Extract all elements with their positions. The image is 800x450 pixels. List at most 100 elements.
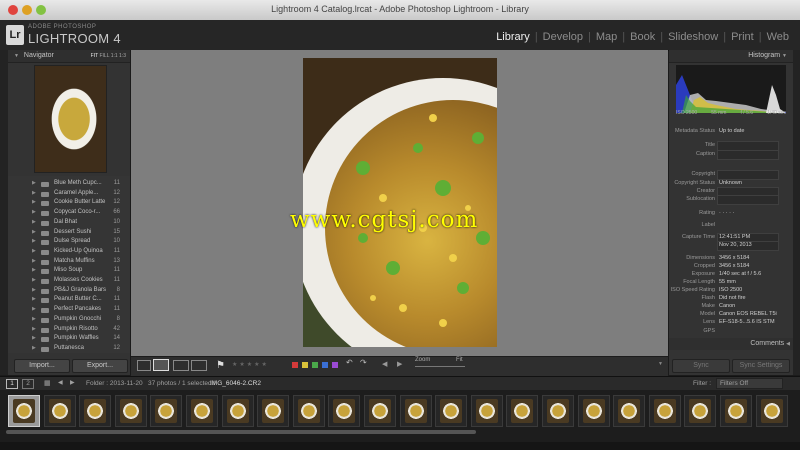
metadata-field[interactable] [717, 150, 779, 160]
disclosure-triangle-icon[interactable]: ▶ [32, 198, 36, 208]
folder-row[interactable]: ▶ Cookie Butter Latte 12 [8, 198, 130, 208]
filmstrip-thumbnail[interactable] [506, 395, 539, 427]
filmstrip-scrollbar[interactable] [6, 430, 476, 434]
survey-view-icon[interactable] [191, 360, 207, 371]
folder-row[interactable]: ▶ Caramel Apple... 12 [8, 189, 130, 199]
module-web[interactable]: Web [762, 31, 794, 43]
folder-row[interactable]: ▶ Pumpkin Risotto 42 [8, 325, 130, 335]
purple-label-icon[interactable] [332, 362, 338, 368]
filmstrip-thumbnail[interactable] [221, 395, 254, 427]
filmstrip-thumbnail[interactable] [399, 395, 432, 427]
folder-row[interactable]: ▶ Copycat Coco-r... 66 [8, 208, 130, 218]
main-window-button[interactable]: 1 [6, 379, 18, 389]
module-develop[interactable]: Develop [538, 31, 588, 43]
flag-icon[interactable]: ⚑ [216, 360, 225, 371]
filmstrip-thumbnail[interactable] [79, 395, 112, 427]
filter-dropdown[interactable]: Filters Off [716, 378, 783, 389]
folder-row[interactable]: ▶ Matcha Muffins 13 [8, 257, 130, 267]
folder-row[interactable]: ▶ Dal Bhat 10 [8, 218, 130, 228]
green-label-icon[interactable] [312, 362, 318, 368]
folder-row[interactable]: ▶ Pumpkin Gnocchi 8 [8, 315, 130, 325]
filmstrip-thumbnail[interactable] [186, 395, 218, 427]
second-window-button[interactable]: 2 [22, 379, 34, 389]
grid-view-icon[interactable] [137, 360, 151, 371]
metadata-field[interactable] [717, 195, 779, 205]
expand-triangle-icon[interactable]: ◀ [786, 341, 793, 347]
grid-icon[interactable]: ▦ [44, 379, 51, 387]
folder-row[interactable]: ▶ PB&J Granola Bars 8 [8, 286, 130, 296]
next-photo-icon[interactable]: ▶ [397, 360, 402, 368]
toolbar-menu-icon[interactable]: ▼ [658, 361, 663, 367]
blue-label-icon[interactable] [322, 362, 328, 368]
disclosure-triangle-icon[interactable]: ▶ [32, 344, 36, 354]
filmstrip-thumbnail[interactable] [328, 395, 361, 427]
filmstrip-thumbnail[interactable] [613, 395, 646, 427]
filmstrip-thumbnail[interactable] [150, 395, 183, 427]
disclosure-triangle-icon[interactable]: ▶ [32, 315, 36, 325]
navigator-1-3[interactable]: 1:3 [119, 53, 126, 59]
module-slideshow[interactable]: Slideshow [663, 31, 723, 43]
disclosure-triangle-icon[interactable]: ▶ [32, 247, 36, 257]
filmstrip-thumbnail[interactable] [43, 395, 76, 427]
filmstrip-thumbnail[interactable] [684, 395, 717, 427]
import-button[interactable]: Import... [14, 359, 70, 373]
disclosure-triangle-icon[interactable]: ▶ [32, 189, 36, 199]
filmstrip-thumbnail[interactable] [648, 395, 681, 427]
folder-row[interactable]: ▶ Molasses Cookies 11 [8, 276, 130, 286]
disclosure-triangle-icon[interactable]: ▶ [32, 257, 36, 267]
collapse-triangle-icon[interactable]: ▼ [782, 53, 787, 59]
rotate-left-icon[interactable]: ↶ [346, 358, 353, 367]
disclosure-triangle-icon[interactable]: ▶ [32, 266, 36, 276]
loupe-view-icon[interactable] [153, 359, 169, 371]
disclosure-triangle-icon[interactable]: ▶ [32, 286, 36, 296]
filmstrip-thumbnail[interactable] [114, 395, 147, 427]
sync-button[interactable]: Sync [672, 359, 730, 373]
histogram-header[interactable]: Histogram ▼ [669, 50, 793, 63]
folder-row[interactable]: ▶ Perfect Pancakes 11 [8, 305, 130, 315]
navigator-preview[interactable] [34, 65, 107, 173]
red-label-icon[interactable] [292, 362, 298, 368]
folder-row[interactable]: ▶ Dessert Sushi 15 [8, 228, 130, 238]
module-book[interactable]: Book [625, 31, 660, 43]
navigator-1-1[interactable]: 1:1 [111, 53, 118, 59]
module-print[interactable]: Print [726, 31, 759, 43]
left-panel-edge[interactable] [0, 50, 8, 375]
navigator-fill[interactable]: FILL [99, 53, 109, 59]
folder-row[interactable]: ▶ Miso Soup 11 [8, 266, 130, 276]
forward-icon[interactable]: ▶ [70, 379, 75, 386]
navigator-fit[interactable]: FIT [91, 53, 98, 59]
disclosure-triangle-icon[interactable]: ▶ [32, 208, 36, 218]
selected-file[interactable]: IMG_6046-2.CR2 [210, 380, 261, 387]
folder-row[interactable]: ▶ Puttanesca 12 [8, 344, 130, 354]
disclosure-triangle-icon[interactable]: ▶ [32, 276, 36, 286]
sync-settings-button[interactable]: Sync Settings [732, 359, 790, 373]
previous-photo-icon[interactable]: ◀ [382, 360, 387, 368]
zoom-slider[interactable] [415, 366, 465, 367]
back-icon[interactable]: ◀ [58, 379, 63, 386]
folder-row[interactable]: ▶ Pumpkin Waffles 14 [8, 334, 130, 344]
right-panel-edge[interactable] [793, 50, 800, 375]
folder-row[interactable]: ▶ Blue Meth Cupc... 11 [8, 179, 130, 189]
filmstrip-thumbnail[interactable] [577, 395, 610, 427]
metadata-field[interactable] [717, 170, 779, 180]
disclosure-triangle-icon[interactable]: ▶ [32, 325, 36, 335]
export-button[interactable]: Export... [72, 359, 128, 373]
filmstrip-thumbnail[interactable] [720, 395, 752, 427]
comments-header[interactable]: Comments ◀ [669, 338, 793, 350]
folder-row[interactable]: ▶ Kicked-Up Quinoa 11 [8, 247, 130, 257]
filmstrip-thumbnail[interactable] [435, 395, 468, 427]
module-library[interactable]: Library [491, 31, 535, 43]
rotate-right-icon[interactable]: ↷ [360, 358, 367, 367]
disclosure-triangle-icon[interactable]: ▶ [32, 179, 36, 189]
filmstrip-thumbnail[interactable] [257, 395, 290, 427]
disclosure-triangle-icon[interactable]: ▶ [32, 218, 36, 228]
bottom-edge[interactable] [0, 442, 800, 450]
folder-row[interactable]: ▶ Dulse Spread 10 [8, 237, 130, 247]
disclosure-triangle-icon[interactable]: ▶ [32, 228, 36, 238]
navigator-header[interactable]: ▼ Navigator FIT FILL 1:1 1:3 [8, 50, 130, 63]
main-photo[interactable] [303, 58, 497, 347]
disclosure-triangle-icon[interactable]: ▶ [32, 334, 36, 344]
filmstrip-thumbnail[interactable] [542, 395, 574, 427]
disclosure-triangle-icon[interactable]: ▶ [32, 237, 36, 247]
filmstrip-thumbnail[interactable] [470, 395, 503, 427]
